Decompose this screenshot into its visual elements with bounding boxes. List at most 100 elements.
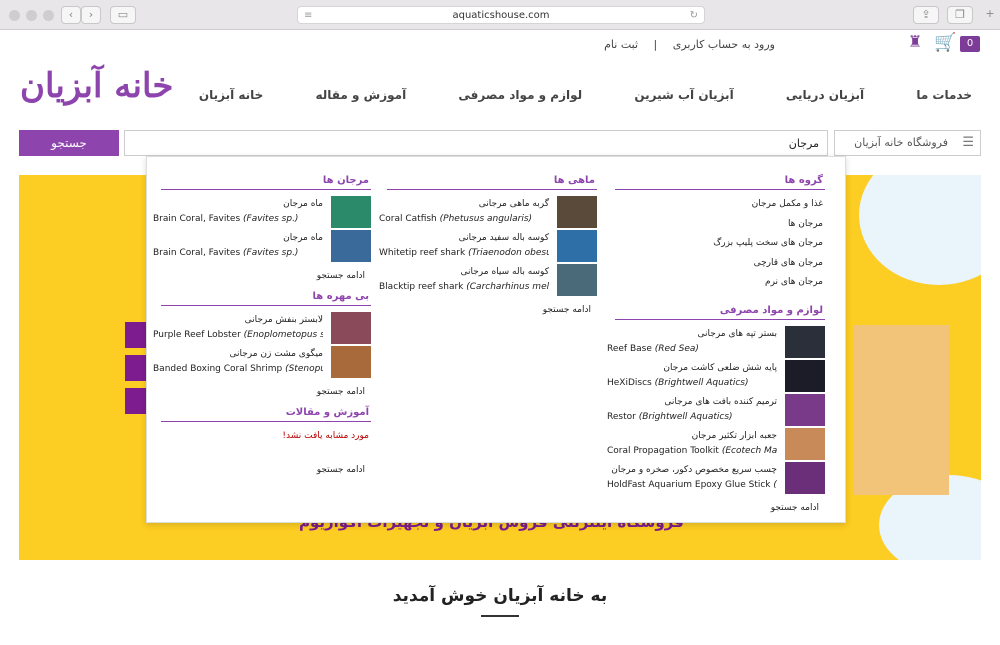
box-illustration (854, 325, 949, 495)
more-results-link[interactable]: ادامه جستجو (161, 379, 371, 407)
group-link[interactable]: مرجان های سخت پلیپ بزرگ (615, 234, 825, 254)
search-suggestions-dropdown: گروه ها غذا و مکمل مرجان مرجان ها مرجان … (146, 156, 846, 523)
item-subtitle: Purple Reef Lobster (Enoplometopus s (153, 330, 323, 340)
back-icon[interactable]: ‹ (61, 6, 81, 24)
product-thumbnail (331, 230, 371, 262)
zoom-window-button[interactable] (43, 10, 54, 21)
suggest-item[interactable]: جعبه ابزار تکثیر مرجان Coral Propagation… (607, 427, 825, 461)
nav-item-services[interactable]: خدمات ما (916, 88, 972, 102)
nav-item-marine[interactable]: آبزیان دریایی (786, 88, 864, 102)
search-button[interactable]: جستجو (19, 130, 119, 156)
cart-count-badge[interactable]: 0 (960, 36, 980, 52)
item-title: بستر تپه های مرجانی (697, 328, 777, 339)
nav-item-home[interactable]: خانه آبزیان (199, 88, 263, 102)
item-title: کوسه باله سیاه مرجانی (460, 267, 549, 277)
product-thumbnail (557, 264, 597, 296)
browser-toolbar: ‹ › ▭ ≡ aquaticshouse.com ↻ ⇪ ❐ + (0, 0, 1000, 30)
item-title: گربه ماهی مرجانی (478, 199, 549, 209)
suggest-item[interactable]: گربه ماهی مرجانی Coral Catfish (Phetusus… (379, 195, 597, 229)
item-subtitle: Brain Coral, Favites (Favites sp.) (153, 214, 299, 224)
suggest-item[interactable]: کوسه باله سفید مرجانی Whitetip reef shar… (379, 229, 597, 263)
section-title-invertebrates: بی مهره ها (161, 291, 371, 306)
more-results-link[interactable]: ادامه جستجو (161, 457, 371, 485)
nav-item-supplies[interactable]: لوازم و مواد مصرفی (458, 88, 582, 102)
product-thumbnail (331, 346, 371, 378)
suggest-item[interactable]: لابستر بنفش مرجانی Purple Reef Lobster (… (153, 311, 371, 345)
close-window-button[interactable] (9, 10, 20, 21)
item-subtitle: Banded Boxing Coral Shrimp (Stenopu (153, 364, 323, 374)
cloud-decoration (859, 175, 981, 285)
suggest-item[interactable]: بستر تپه های مرجانی Reef Base (Red Sea) (607, 325, 825, 359)
tabs-icon[interactable]: ❐ (947, 6, 973, 24)
group-link[interactable]: مرجان های قارچی (615, 254, 825, 274)
item-title: جعبه ابزار تکثیر مرجان (691, 430, 777, 441)
new-tab-button[interactable]: + (980, 6, 1000, 24)
item-subtitle: Coral Propagation Toolkit (Ecotech Ma (607, 445, 777, 456)
item-title: کوسه باله سفید مرجانی (458, 233, 549, 243)
section-title-fish: ماهی ها (387, 175, 597, 190)
item-subtitle: Blacktip reef shark (Carcharhinus mela (379, 282, 549, 292)
item-subtitle: Coral Catfish (Phetusus angularis) (379, 214, 533, 224)
page: ورود به حساب کاربری | ثبت نام ♜ 🛒 0 خانه… (0, 30, 1000, 645)
group-link[interactable]: مرجان ها (615, 215, 825, 235)
section-title-corals: مرجان ها (161, 175, 371, 190)
nav-item-freshwater[interactable]: آبزیان آب شیرین (634, 88, 733, 102)
more-results-link[interactable]: ادامه جستجو (387, 297, 597, 325)
suggest-col-fish: ماهی ها گربه ماهی مرجانی Coral Catfish (… (379, 175, 597, 325)
item-subtitle: Brain Coral, Favites (Favites sp.) (153, 248, 299, 258)
group-link[interactable]: غذا و مکمل مرجان (615, 195, 825, 215)
product-thumbnail (331, 312, 371, 344)
search-category-select[interactable]: ☰ فروشگاه خانه آبزیان (834, 130, 981, 156)
more-results-link[interactable]: ادامه جستجو (161, 263, 371, 291)
forward-icon[interactable]: › (81, 6, 101, 24)
menu-icon: ☰ (962, 135, 974, 150)
main-nav: خدمات ما آبزیان دریایی آبزیان آب شیرین ل… (199, 88, 972, 102)
separator: | (653, 38, 658, 51)
item-title: لابستر بنفش مرجانی (244, 315, 323, 325)
site-logo[interactable]: خانه آبزیان (20, 66, 174, 106)
item-subtitle: Restor (Brightwell Aquatics) (607, 411, 733, 422)
product-thumbnail (785, 325, 825, 358)
item-title: میگوی مشت زن مرجانی (229, 349, 323, 359)
item-title: ماه مرجان (283, 199, 323, 209)
welcome-heading: به خانه آبزیان خوش آمدید (392, 586, 608, 606)
product-thumbnail (557, 196, 597, 228)
cart-icon[interactable]: 🛒 (934, 32, 956, 53)
group-link[interactable]: مرجان های نرم (615, 273, 825, 293)
search-input[interactable] (124, 130, 828, 156)
section-title-supplies: لوازم و مواد مصرفی (615, 305, 825, 320)
reload-icon[interactable]: ↻ (690, 7, 698, 24)
suggest-item[interactable]: ماه مرجان Brain Coral, Favites (Favites … (153, 195, 371, 229)
register-link[interactable]: ثبت نام (604, 38, 638, 51)
minimize-window-button[interactable] (26, 10, 37, 21)
section-title-groups: گروه ها (615, 175, 825, 190)
item-subtitle: Reef Base (Red Sea) (607, 343, 699, 354)
item-title: چسب سریع مخصوص دکور، صخره و مرجان (611, 464, 777, 475)
product-thumbnail (331, 196, 371, 228)
product-thumbnail (785, 393, 825, 426)
more-results-link[interactable]: ادامه جستجو (615, 495, 825, 523)
suggest-item[interactable]: کوسه باله سیاه مرجانی Blacktip reef shar… (379, 263, 597, 297)
product-thumbnail (785, 427, 825, 460)
suggest-item[interactable]: میگوی مشت زن مرجانی Banded Boxing Coral … (153, 345, 371, 379)
heading-underline (481, 615, 519, 617)
item-subtitle: HeXiDiscs (Brightwell Aquatics) (607, 377, 749, 388)
address-bar[interactable]: ≡ aquaticshouse.com ↻ (297, 6, 705, 24)
reader-icon[interactable]: ≡ (304, 7, 312, 24)
search-category-label: فروشگاه خانه آبزیان (854, 136, 948, 149)
nav-item-articles[interactable]: آموزش و مقاله (315, 88, 406, 102)
item-title: ماه مرجان (283, 233, 323, 243)
suggest-item[interactable]: ترمیم کننده بافت های مرجانی Restor (Brig… (607, 393, 825, 427)
item-subtitle: Whitetip reef shark (Triaenodon obesu (379, 248, 549, 258)
suggest-col-groups: گروه ها غذا و مکمل مرجان مرجان ها مرجان … (607, 175, 825, 523)
sidebar-icon[interactable]: ▭ (110, 6, 136, 24)
suggest-item[interactable]: ماه مرجان Brain Coral, Favites (Favites … (153, 229, 371, 263)
login-link[interactable]: ورود به حساب کاربری (673, 38, 775, 51)
product-thumbnail (557, 230, 597, 262)
account-links: ورود به حساب کاربری | ثبت نام (598, 38, 781, 51)
suggest-col-corals: مرجان ها ماه مرجان Brain Coral, Favites … (153, 175, 371, 485)
wishlist-icon[interactable]: ♜ (908, 32, 922, 51)
suggest-item[interactable]: چسب سریع مخصوص دکور، صخره و مرجان HoldFa… (607, 461, 825, 495)
share-icon[interactable]: ⇪ (913, 6, 939, 24)
suggest-item[interactable]: پایه شش ضلعی کاشت مرجان HeXiDiscs (Brigh… (607, 359, 825, 393)
